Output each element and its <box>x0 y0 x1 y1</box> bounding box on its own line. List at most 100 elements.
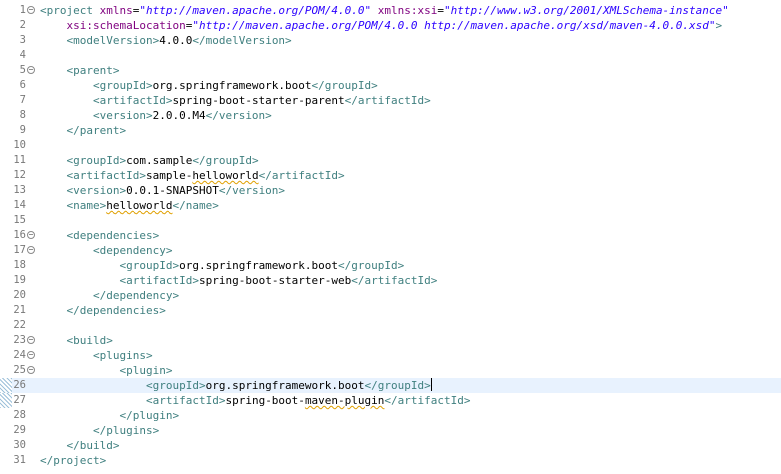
line-number: 27 <box>13 394 26 406</box>
code-token: <name> <box>66 199 107 212</box>
code-text[interactable]: </plugin> <box>40 408 179 423</box>
line-number: 7 <box>19 94 26 106</box>
code-text[interactable]: <artifactId>spring-boot-maven-plugin</ar… <box>40 393 471 408</box>
code-line[interactable]: 24− <plugins> <box>0 348 781 363</box>
code-line[interactable]: 5− <parent> <box>0 63 781 78</box>
code-text[interactable]: </parent> <box>40 123 127 138</box>
code-line[interactable]: 23− <build> <box>0 333 781 348</box>
code-line[interactable]: 18 <groupId>org.springframework.boot</gr… <box>0 258 781 273</box>
line-gutter: 7 <box>0 93 38 108</box>
line-gutter: 26 <box>0 378 38 393</box>
code-line[interactable]: 10 <box>0 138 781 153</box>
fold-collapse-icon[interactable]: − <box>27 66 35 74</box>
code-line[interactable]: 9 </parent> <box>0 123 781 138</box>
line-gutter: 13 <box>0 183 38 198</box>
line-number: 31 <box>13 454 26 466</box>
code-token: </groupId> <box>338 259 405 272</box>
code-text[interactable]: <dependencies> <box>40 228 160 243</box>
line-gutter: 11 <box>0 153 38 168</box>
code-line[interactable]: 3 <modelVersion>4.0.0</modelVersion> <box>0 33 781 48</box>
code-line[interactable]: 30 </build> <box>0 438 781 453</box>
code-line[interactable]: 14 <name>helloworld</name> <box>0 198 781 213</box>
code-line[interactable]: 7 <artifactId>spring-boot-starter-parent… <box>0 93 781 108</box>
code-text[interactable]: <build> <box>40 333 113 348</box>
fold-collapse-icon[interactable]: − <box>27 351 35 359</box>
code-line[interactable]: 27 <artifactId>spring-boot-maven-plugin<… <box>0 393 781 408</box>
code-token: maven-plugin <box>304 394 385 407</box>
line-number: 17 <box>13 244 26 256</box>
code-token: </modelVersion> <box>192 34 292 47</box>
code-text[interactable]: <plugin> <box>40 363 172 378</box>
code-token: </groupId> <box>311 79 378 92</box>
code-text[interactable]: <parent> <box>40 63 120 78</box>
code-text[interactable]: <groupId>org.springframework.boot</group… <box>40 78 378 93</box>
code-text[interactable]: <groupId>org.springframework.boot</group… <box>40 378 432 393</box>
code-token: xmlns:xsi <box>377 4 438 17</box>
code-token: org.springframework.boot <box>179 259 339 272</box>
code-line[interactable]: 6 <groupId>org.springframework.boot</gro… <box>0 78 781 93</box>
code-text[interactable]: <groupId>org.springframework.boot</group… <box>40 258 404 273</box>
code-line[interactable]: 21 </dependencies> <box>0 303 781 318</box>
line-gutter: 20 <box>0 288 38 303</box>
line-gutter: 14 <box>0 198 38 213</box>
code-line[interactable]: 17− <dependency> <box>0 243 781 258</box>
code-text[interactable]: </plugins> <box>40 423 159 438</box>
code-line[interactable]: 1− <project xmlns="http://maven.apache.or… <box>0 3 781 18</box>
line-number: 15 <box>13 214 26 226</box>
code-text[interactable]: <modelVersion>4.0.0</modelVersion> <box>40 33 292 48</box>
line-gutter: 31 <box>0 453 38 468</box>
code-text[interactable]: <artifactId>spring-boot-starter-web</art… <box>40 273 437 288</box>
code-line[interactable]: 26 <groupId>org.springframework.boot</gr… <box>0 378 781 393</box>
code-line[interactable]: 8 <version>2.0.0.M4</version> <box>0 108 781 123</box>
line-gutter: 9 <box>0 123 38 138</box>
code-text[interactable]: </dependency> <box>40 288 179 303</box>
code-line[interactable]: 12 <artifactId>sample-helloworld</artifa… <box>0 168 781 183</box>
code-line[interactable]: 25− <plugin> <box>0 363 781 378</box>
fold-collapse-icon[interactable]: − <box>27 231 35 239</box>
line-number: 21 <box>13 304 26 316</box>
code-text[interactable]: <artifactId>sample-helloworld</artifactI… <box>40 168 345 183</box>
code-line[interactable]: 16− <dependencies> <box>0 228 781 243</box>
code-line[interactable]: 31 </project> <box>0 453 781 468</box>
code-line[interactable]: 20 </dependency> <box>0 288 781 303</box>
code-text[interactable]: </build> <box>40 438 120 453</box>
code-text[interactable]: <dependency> <box>40 243 172 258</box>
code-text[interactable]: </dependencies> <box>40 303 166 318</box>
code-text[interactable]: <plugins> <box>40 348 153 363</box>
code-token: </parent> <box>66 124 127 137</box>
code-text[interactable]: <project xmlns="http://maven.apache.org/… <box>40 3 729 18</box>
line-gutter: 29 <box>0 423 38 438</box>
line-gutter: 24− <box>0 348 38 363</box>
fold-collapse-icon[interactable]: − <box>27 6 35 14</box>
code-text[interactable]: <version>0.0.1-SNAPSHOT</version> <box>40 183 286 198</box>
xml-editor[interactable]: 1− <project xmlns="http://maven.apache.or… <box>0 0 781 474</box>
code-token: </dependency> <box>92 289 180 302</box>
code-text[interactable]: <artifactId>spring-boot-starter-parent</… <box>40 93 431 108</box>
code-line[interactable]: 22 <box>0 318 781 333</box>
change-marker-icon <box>0 378 12 393</box>
code-line[interactable]: 2 xsi:schemaLocation="http://maven.apach… <box>0 18 781 33</box>
code-text[interactable]: <name>helloworld</name> <box>40 198 219 213</box>
code-line[interactable]: 28 </plugin> <box>0 408 781 423</box>
fold-collapse-icon[interactable]: − <box>27 246 35 254</box>
fold-collapse-icon[interactable]: − <box>27 336 35 344</box>
code-line[interactable]: 11 <groupId>com.sample</groupId> <box>0 153 781 168</box>
code-line[interactable]: 4 <box>0 48 781 63</box>
code-text[interactable]: xsi:schemaLocation="http://maven.apache.… <box>40 18 723 33</box>
fold-collapse-icon[interactable]: − <box>27 366 35 374</box>
code-text[interactable]: </project> <box>40 453 106 468</box>
code-line[interactable]: 13 <version>0.0.1-SNAPSHOT</version> <box>0 183 781 198</box>
code-text[interactable]: <groupId>com.sample</groupId> <box>40 153 259 168</box>
code-text[interactable]: <version>2.0.0.M4</version> <box>40 108 272 123</box>
code-line[interactable]: 15 <box>0 213 781 228</box>
code-line[interactable]: 29 </plugins> <box>0 423 781 438</box>
code-line[interactable]: 19 <artifactId>spring-boot-starter-web</… <box>0 273 781 288</box>
